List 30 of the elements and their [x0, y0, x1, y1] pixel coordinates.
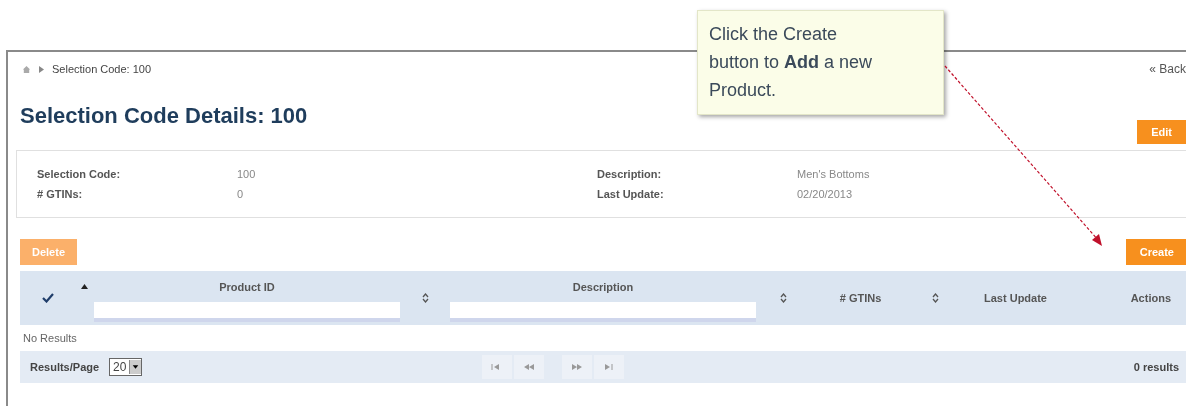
- column-header[interactable]: # GTINs: [839, 289, 882, 307]
- field-value: 100: [237, 166, 256, 182]
- home-icon[interactable]: [22, 64, 31, 74]
- field-value: 02/20/2013: [797, 187, 853, 202]
- callout-tooltip: Click the Create button to Add a new Product.: [697, 10, 944, 115]
- field-label: Last Update:: [597, 187, 664, 202]
- field-value: Men's Bottoms: [797, 166, 870, 182]
- select-all-checkmark-icon[interactable]: [42, 293, 54, 303]
- field-value: 0: [237, 187, 244, 202]
- back-link[interactable]: « Back: [1149, 60, 1186, 78]
- results-per-page-label: Results/Page: [30, 359, 100, 375]
- page-title: Selection Code Details: 100: [19, 102, 308, 130]
- filter-field[interactable]: [450, 301, 756, 322]
- chevron-icon: [39, 65, 44, 73]
- field-label: Selection Code:: [37, 166, 121, 182]
- column-header[interactable]: Description: [572, 279, 634, 296]
- sort-icon[interactable]: [932, 293, 939, 303]
- page-size-select[interactable]: 20: [109, 358, 143, 376]
- results-count: 0 results: [1133, 359, 1179, 375]
- field-label: Description:: [597, 166, 662, 182]
- column-header[interactable]: Actions: [1130, 289, 1171, 307]
- column-header[interactable]: Last Update: [984, 289, 1047, 307]
- previous-page-icon[interactable]: [522, 361, 537, 373]
- column-header[interactable]: Product ID: [219, 279, 275, 296]
- sort-icon[interactable]: [779, 293, 787, 303]
- field-label: # GTINs:: [37, 187, 83, 202]
- sort-icon[interactable]: [421, 293, 429, 303]
- breadcrumb-item[interactable]: Selection Code: 100: [52, 60, 152, 78]
- empty-message: No Results: [22, 331, 77, 346]
- filter-field[interactable]: [94, 301, 400, 322]
